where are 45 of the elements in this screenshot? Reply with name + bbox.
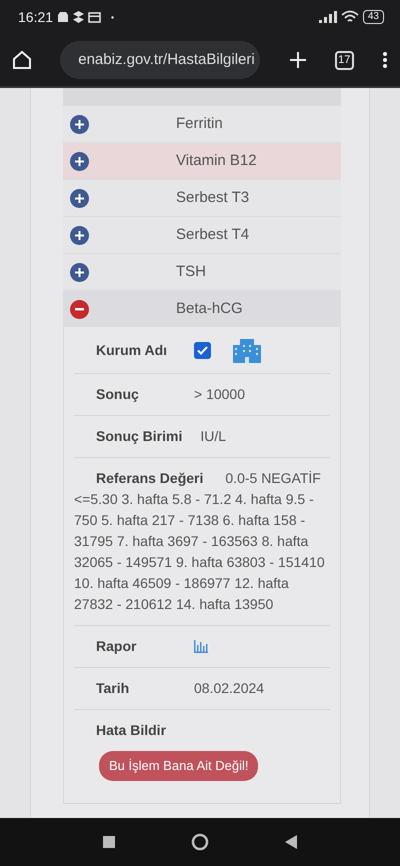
- field-value: > 10000: [194, 385, 245, 404]
- back-icon[interactable]: [285, 835, 297, 849]
- field-label: Hata Bildir: [96, 721, 166, 740]
- signal-icon: [318, 11, 337, 23]
- wifi-icon: [340, 10, 359, 24]
- test-name: Beta-hCG: [176, 298, 243, 319]
- checkbox[interactable]: [194, 342, 212, 358]
- field-value: 08.02.2024: [194, 679, 264, 698]
- collapse-icon[interactable]: [70, 300, 89, 318]
- hospital-icon[interactable]: [233, 337, 262, 363]
- home-button-icon[interactable]: [191, 833, 209, 851]
- test-name: TSH: [176, 262, 206, 282]
- expand-icon[interactable]: [70, 188, 89, 208]
- field-label: Sonuç Birimi: [96, 427, 182, 446]
- window-icon: [88, 12, 102, 22]
- bar-chart-icon[interactable]: [194, 640, 208, 653]
- test-name: Serbest T3: [176, 188, 250, 208]
- battery-indicator: 43: [362, 10, 384, 24]
- expand-icon[interactable]: [70, 226, 89, 244]
- menu-icon[interactable]: [382, 51, 388, 69]
- package-icon: [57, 11, 70, 23]
- home-icon[interactable]: [12, 50, 32, 70]
- tab-count[interactable]: 17: [334, 50, 354, 70]
- test-name: Vitamin B12: [176, 150, 257, 171]
- field-label: Tarih: [96, 679, 130, 698]
- field-label: Sonuç: [96, 385, 140, 404]
- test-row[interactable]: Beta-hCG: [63, 290, 341, 327]
- layers-icon: [73, 11, 84, 23]
- expand-icon[interactable]: [70, 114, 89, 134]
- test-name: Serbest T4: [176, 224, 250, 245]
- new-tab-icon[interactable]: [288, 51, 306, 69]
- test-name: Ferritin: [176, 114, 223, 134]
- checkmark-icon: [197, 346, 208, 354]
- reference-text: Referans Değeri 0.0-5 NEGATİF <=5.30 3. hafta 5.8 - 71.2 4. hafta 9.5 - 750 5. hafta 217 - 7138 6. hafta 158 - 31795 7. hafta 3697 - 163563 8. hafta 32065 - 149571 9. hafta 63803 - 151410 10. hafta 46509 - 186977 12. hafta 27832 - 210612 14. hafta 13950: [74, 469, 326, 614]
- expand-icon[interactable]: [70, 262, 89, 282]
- expand-icon[interactable]: [70, 152, 89, 170]
- dot-icon: [111, 16, 114, 18]
- address-bar[interactable]: enabiz.gov.tr/HastaBilgileri: [60, 41, 260, 79]
- field-label: Rapor: [96, 637, 138, 656]
- report-error-button[interactable]: Bu İşlem Bana Ait Değil!: [99, 751, 258, 780]
- clock-time: 16:21: [18, 8, 54, 26]
- test-row[interactable]: Vitamin B12: [63, 142, 341, 179]
- field-value: IU/L: [200, 427, 226, 446]
- field-label: Kurum Adı: [96, 340, 168, 360]
- url-text: enabiz.gov.tr/HastaBilgileri: [78, 50, 255, 70]
